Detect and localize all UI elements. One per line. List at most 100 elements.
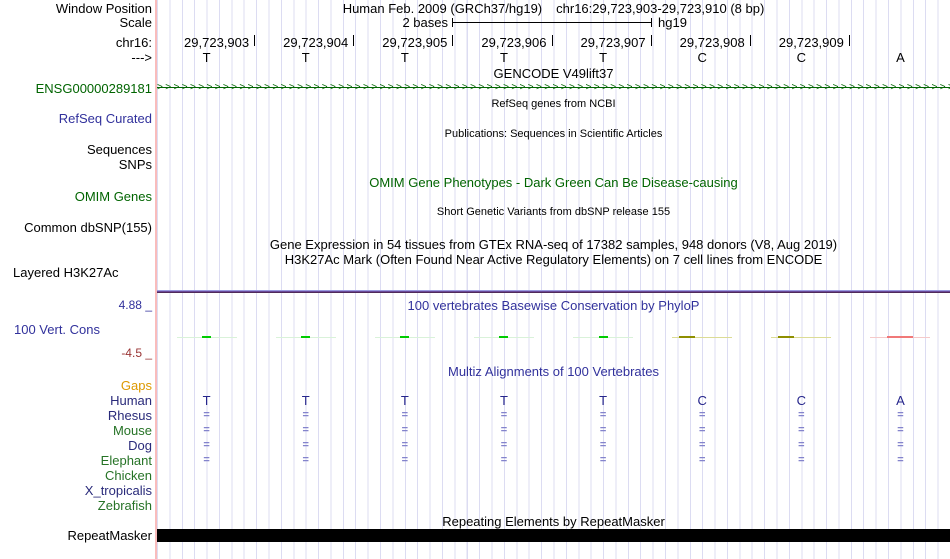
chromosome-label: chr16:	[115, 35, 152, 50]
species-label-chicken[interactable]: Chicken	[0, 468, 152, 483]
coordinate-label: 29,723,904	[283, 35, 349, 50]
alignment-match-mark: =	[798, 439, 805, 451]
phylop-min-value: -4.5 _	[121, 346, 152, 360]
coordinate-tick	[749, 35, 751, 46]
gaps-label: Gaps	[120, 378, 152, 393]
species-label-rhesus[interactable]: Rhesus	[0, 408, 152, 423]
alignment-match-mark: =	[897, 409, 904, 421]
alignment-match-mark: =	[698, 439, 706, 451]
track-title-gtex[interactable]: Gene Expression in 54 tissues from GTEx …	[157, 238, 950, 251]
alignment-base: C	[796, 393, 806, 408]
coordinate-tick	[254, 35, 256, 46]
species-label-mouse[interactable]: Mouse	[0, 423, 152, 438]
phylop-tick	[598, 336, 608, 338]
base-letter: T	[599, 50, 608, 65]
coordinate-label: 29,723,905	[382, 35, 448, 50]
scale-bar	[452, 22, 652, 23]
coordinate-tick	[650, 35, 652, 46]
strand-direction-label: --->	[131, 50, 152, 65]
track-title-h3k27ac[interactable]: H3K27Ac Mark (Often Found Near Active Re…	[157, 253, 950, 266]
coordinate-label: 29,723,906	[481, 35, 547, 50]
species-label-dog[interactable]: Dog	[0, 438, 152, 453]
phylop-tick	[887, 336, 914, 338]
alignment-match-mark: =	[698, 424, 706, 436]
alignment-match-mark: =	[302, 424, 309, 436]
publications-label-line2: SNPs	[118, 157, 152, 172]
refseq-curated-label[interactable]: RefSeq Curated	[0, 112, 152, 125]
phylop-tick	[400, 336, 410, 338]
header-title: Human Feb. 2009 (GRCh37/hg19) chr16:29,72…	[157, 2, 950, 15]
species-label-elephant[interactable]: Elephant	[0, 453, 152, 468]
base-letter: T	[301, 50, 310, 65]
alignment-match-mark: =	[203, 409, 210, 421]
phylop-tick	[778, 336, 795, 338]
scale-assembly: hg19	[658, 15, 687, 30]
alignment-match-mark: =	[500, 454, 508, 466]
gene-id-label[interactable]: ENSG00000289181	[0, 82, 152, 95]
alignment-match-mark: =	[302, 439, 309, 451]
track-title-omim[interactable]: OMIM Gene Phenotypes - Dark Green Can Be…	[157, 176, 950, 189]
phylop-max-value: 4.88 _	[118, 298, 152, 312]
species-label-human[interactable]: Human	[0, 393, 152, 408]
phylop-tick	[679, 336, 696, 338]
alignment-match-mark: =	[500, 424, 508, 436]
species-label-x_tropicalis[interactable]: X_tropicalis	[0, 483, 152, 498]
coordinate-tick	[353, 35, 355, 46]
omim-genes-label[interactable]: OMIM Genes	[0, 190, 152, 203]
h3k27ac-label[interactable]: Layered H3K27Ac	[13, 266, 119, 279]
gene-strand-arrows[interactable]: >>>>>>>>>>>>>>>>>>>>>>>>>>>>>>>>>>>>>>>>…	[157, 82, 950, 94]
phylop-tick	[301, 336, 311, 338]
track-title-phylop[interactable]: 100 vertebrates Basewise Conservation by…	[157, 299, 950, 312]
track-title-publications[interactable]: Publications: Sequences in Scientific Ar…	[157, 129, 950, 140]
track-title-dbsnp[interactable]: Short Genetic Variants from dbSNP releas…	[157, 207, 950, 218]
window-position-label: Window Position	[55, 1, 152, 16]
h3k27ac-signal-bar	[157, 290, 950, 293]
alignment-match-mark: =	[599, 439, 607, 451]
alignment-match-mark: =	[798, 409, 805, 421]
alignment-match-mark: =	[401, 439, 409, 451]
alignment-match-mark: =	[401, 424, 409, 436]
coordinate-tick	[551, 35, 553, 46]
alignment-base: T	[599, 393, 608, 408]
scale-bar-right-tick	[651, 18, 652, 27]
repeatmasker-item-bar[interactable]	[157, 529, 950, 542]
alignment-base: T	[202, 393, 211, 408]
alignment-match-mark: =	[798, 424, 805, 436]
phylop-tick	[499, 336, 509, 338]
alignment-base: A	[896, 393, 905, 408]
conservation-label[interactable]: 100 Vert. Cons	[14, 323, 100, 336]
alignment-match-mark: =	[599, 424, 607, 436]
base-letter: A	[896, 50, 905, 65]
base-letter: C	[796, 50, 806, 65]
alignment-match-mark: =	[203, 424, 210, 436]
assembly-title: Human Feb. 2009 (GRCh37/hg19)	[342, 1, 543, 16]
base-letter: T	[400, 50, 409, 65]
alignment-match-mark: =	[500, 409, 508, 421]
base-letter: T	[499, 50, 508, 65]
alignment-match-mark: =	[698, 409, 706, 421]
track-title-multiz[interactable]: Multiz Alignments of 100 Vertebrates	[157, 365, 950, 378]
position-range-title: chr16:29,723,903-29,723,910 (8 bp)	[556, 1, 765, 16]
dbsnp-label[interactable]: Common dbSNP(155)	[0, 221, 152, 234]
scale-bar-left-tick	[452, 18, 453, 27]
coordinate-tick	[452, 35, 454, 46]
alignment-match-mark: =	[698, 454, 706, 466]
track-title-refseq[interactable]: RefSeq genes from NCBI	[157, 99, 950, 110]
alignment-match-mark: =	[897, 439, 904, 451]
alignment-base: T	[301, 393, 310, 408]
track-title-gencode[interactable]: GENCODE V49lift37	[157, 67, 950, 80]
alignment-base: C	[697, 393, 707, 408]
alignment-match-mark: =	[302, 409, 309, 421]
repeatmasker-label[interactable]: RepeatMasker	[0, 529, 152, 542]
coordinate-tick	[848, 35, 850, 46]
base-letter: T	[202, 50, 211, 65]
alignment-match-mark: =	[203, 454, 210, 466]
alignment-match-mark: =	[401, 454, 409, 466]
coordinate-label: 29,723,903	[184, 35, 250, 50]
alignment-match-mark: =	[599, 454, 607, 466]
alignment-base: T	[400, 393, 409, 408]
track-title-repeatmasker[interactable]: Repeating Elements by RepeatMasker	[157, 515, 950, 528]
coordinate-label: 29,723,908	[679, 35, 745, 50]
scale-label: Scale	[119, 15, 152, 30]
species-label-zebrafish[interactable]: Zebrafish	[0, 498, 152, 513]
